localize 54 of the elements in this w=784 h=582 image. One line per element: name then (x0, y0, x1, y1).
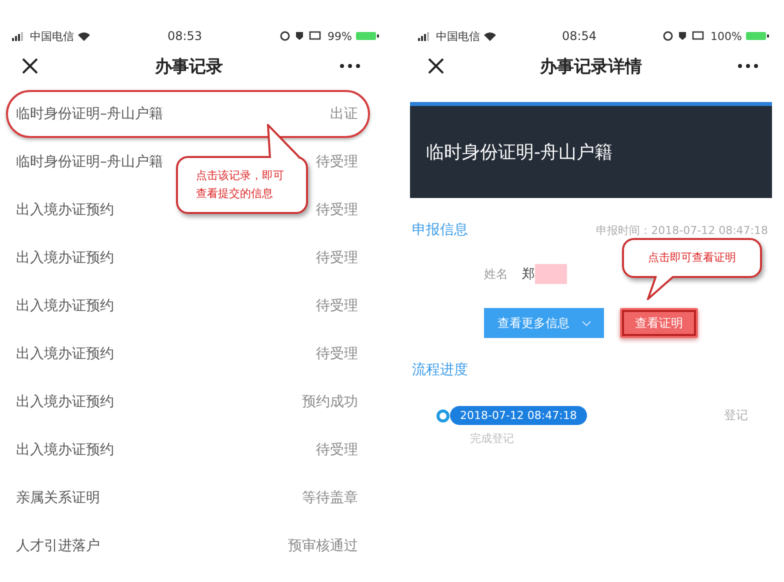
signal-icon (418, 32, 432, 40)
battery-percent: 99% (328, 30, 352, 42)
signal-icon (12, 32, 26, 40)
record-name: 出入境办证预约 (16, 441, 114, 459)
action-button[interactable]: 查看更多信息 (484, 308, 604, 338)
more-icon[interactable] (738, 64, 758, 68)
record-name: 出入境办证预约 (16, 201, 114, 219)
record-status: 待受理 (316, 441, 358, 459)
record-name: 亲属关系证明 (16, 489, 100, 507)
record-status: 待受理 (316, 345, 358, 363)
close-icon[interactable] (428, 58, 444, 74)
record-name: 出入境办证预约 (16, 345, 114, 363)
name-value: 郑 (522, 266, 535, 283)
redaction-block (535, 264, 567, 284)
wifi-icon (78, 32, 90, 40)
record-status: 待受理 (316, 297, 358, 315)
time-badge: 2018-07-12 08:47:18 (450, 406, 587, 425)
record-name: 人才引进落户 (16, 537, 100, 555)
record-name: 出入境办证预约 (16, 297, 114, 315)
caret-icon (582, 320, 590, 326)
record-status: 待受理 (316, 249, 358, 267)
callout-text: 点击该记录，即可查看提交的信息 (196, 168, 285, 202)
callout-text: 点击即可查看证明 (648, 250, 736, 266)
record-name: 临时身份证明–舟山户籍 (16, 153, 163, 171)
record-name: 临时身份证明–舟山户籍 (16, 105, 163, 123)
record-status: 待受理 (316, 153, 358, 171)
battery-icon (356, 31, 380, 41)
timeline-node-icon (436, 408, 450, 422)
step-note: 完成登记 (469, 431, 515, 446)
carrier-text: 中国电信 (436, 28, 480, 44)
record-name: 出入境办证预约 (16, 393, 114, 411)
page-title: 办事记录详情 (540, 56, 642, 78)
more-icon[interactable] (340, 64, 360, 68)
record-name: 出入境办证预约 (16, 249, 114, 267)
carrier-text: 中国电信 (30, 28, 74, 44)
step-text: 登记 (724, 407, 748, 424)
close-icon[interactable] (22, 58, 38, 74)
record-status: 等待盖章 (302, 489, 358, 507)
record-status: 待受理 (316, 201, 358, 219)
action-button[interactable]: 查看证明 (620, 308, 698, 338)
page-title: 办事记录 (155, 56, 223, 78)
name-label: 姓名 (484, 266, 508, 282)
record-status: 出证 (330, 105, 358, 123)
clock-text: 08:54 (562, 29, 597, 43)
clock-text: 08:53 (167, 29, 202, 43)
record-status: 预约成功 (302, 393, 358, 411)
wifi-icon (484, 32, 496, 40)
battery-icon (746, 31, 770, 41)
submit-time: 申报时间：2018-07-12 08:47:18 (596, 222, 768, 238)
battery-percent: 100% (710, 30, 742, 42)
section-title: 申报信息 (412, 221, 468, 239)
banner-title: 临时身份证明-舟山户籍 (426, 141, 612, 164)
section-title: 流程进度 (412, 361, 468, 379)
record-status: 预审核通过 (288, 537, 358, 555)
